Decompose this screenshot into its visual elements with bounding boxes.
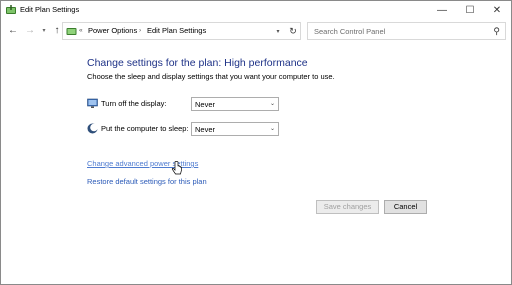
title-bar: Edit Plan Settings — ☐ ✕ [1, 1, 511, 20]
back-button[interactable]: ← [6, 23, 20, 39]
display-setting-row: Turn off the display: Never ⌄ [87, 97, 287, 111]
hand-cursor-icon [171, 161, 182, 175]
edit-plan-settings-window: Edit Plan Settings — ☐ ✕ ← → ▾ ↑ « Power… [0, 0, 512, 285]
breadcrumb-power-options[interactable]: Power Options [88, 26, 137, 35]
moon-icon [87, 123, 98, 134]
control-panel-icon [66, 28, 77, 35]
minimize-button[interactable]: — [428, 1, 456, 20]
breadcrumb-separator: › [139, 27, 142, 34]
sleep-setting-label: Put the computer to sleep: [101, 124, 189, 133]
save-changes-button[interactable]: Save changes [316, 200, 379, 214]
breadcrumb-edit-plan-settings[interactable]: Edit Plan Settings [147, 26, 206, 35]
page-heading: Change settings for the plan: High perfo… [87, 57, 308, 69]
display-timeout-value: Never [195, 100, 216, 109]
address-bar[interactable]: « Power Options › Edit Plan Settings ▾ [62, 22, 344, 40]
close-button[interactable]: ✕ [483, 1, 511, 20]
search-icon[interactable]: ⚲ [493, 26, 500, 37]
display-timeout-select[interactable]: Never ⌄ [191, 97, 279, 111]
forward-button[interactable]: → [23, 23, 37, 39]
sleep-setting-row: Put the computer to sleep: Never ⌄ [87, 122, 287, 136]
refresh-button[interactable]: ↻ [286, 24, 300, 38]
sleep-timeout-select[interactable]: Never ⌄ [191, 122, 279, 136]
breadcrumb-overflow[interactable]: « [79, 27, 83, 34]
display-setting-label: Turn off the display: [101, 99, 167, 108]
chevron-down-icon: ⌄ [269, 101, 275, 107]
monitor-icon [87, 98, 98, 108]
page-description: Choose the sleep and display settings th… [87, 72, 335, 81]
recent-locations-button[interactable]: ▾ [37, 23, 51, 39]
power-options-app-icon [6, 5, 16, 14]
navigation-bar: ← → ▾ ↑ « Power Options › Edit Plan Sett… [1, 20, 511, 42]
address-dropdown-button[interactable]: ▾ [272, 26, 284, 38]
maximize-button[interactable]: ☐ [456, 1, 484, 20]
chevron-down-icon: ⌄ [269, 126, 275, 132]
search-placeholder: Search Control Panel [314, 27, 386, 36]
sleep-timeout-value: Never [195, 125, 216, 134]
window-title: Edit Plan Settings [20, 5, 80, 14]
cancel-button[interactable]: Cancel [384, 200, 427, 214]
search-input[interactable]: Search Control Panel ⚲ [307, 22, 506, 40]
restore-defaults-link[interactable]: Restore default settings for this plan [87, 177, 207, 186]
